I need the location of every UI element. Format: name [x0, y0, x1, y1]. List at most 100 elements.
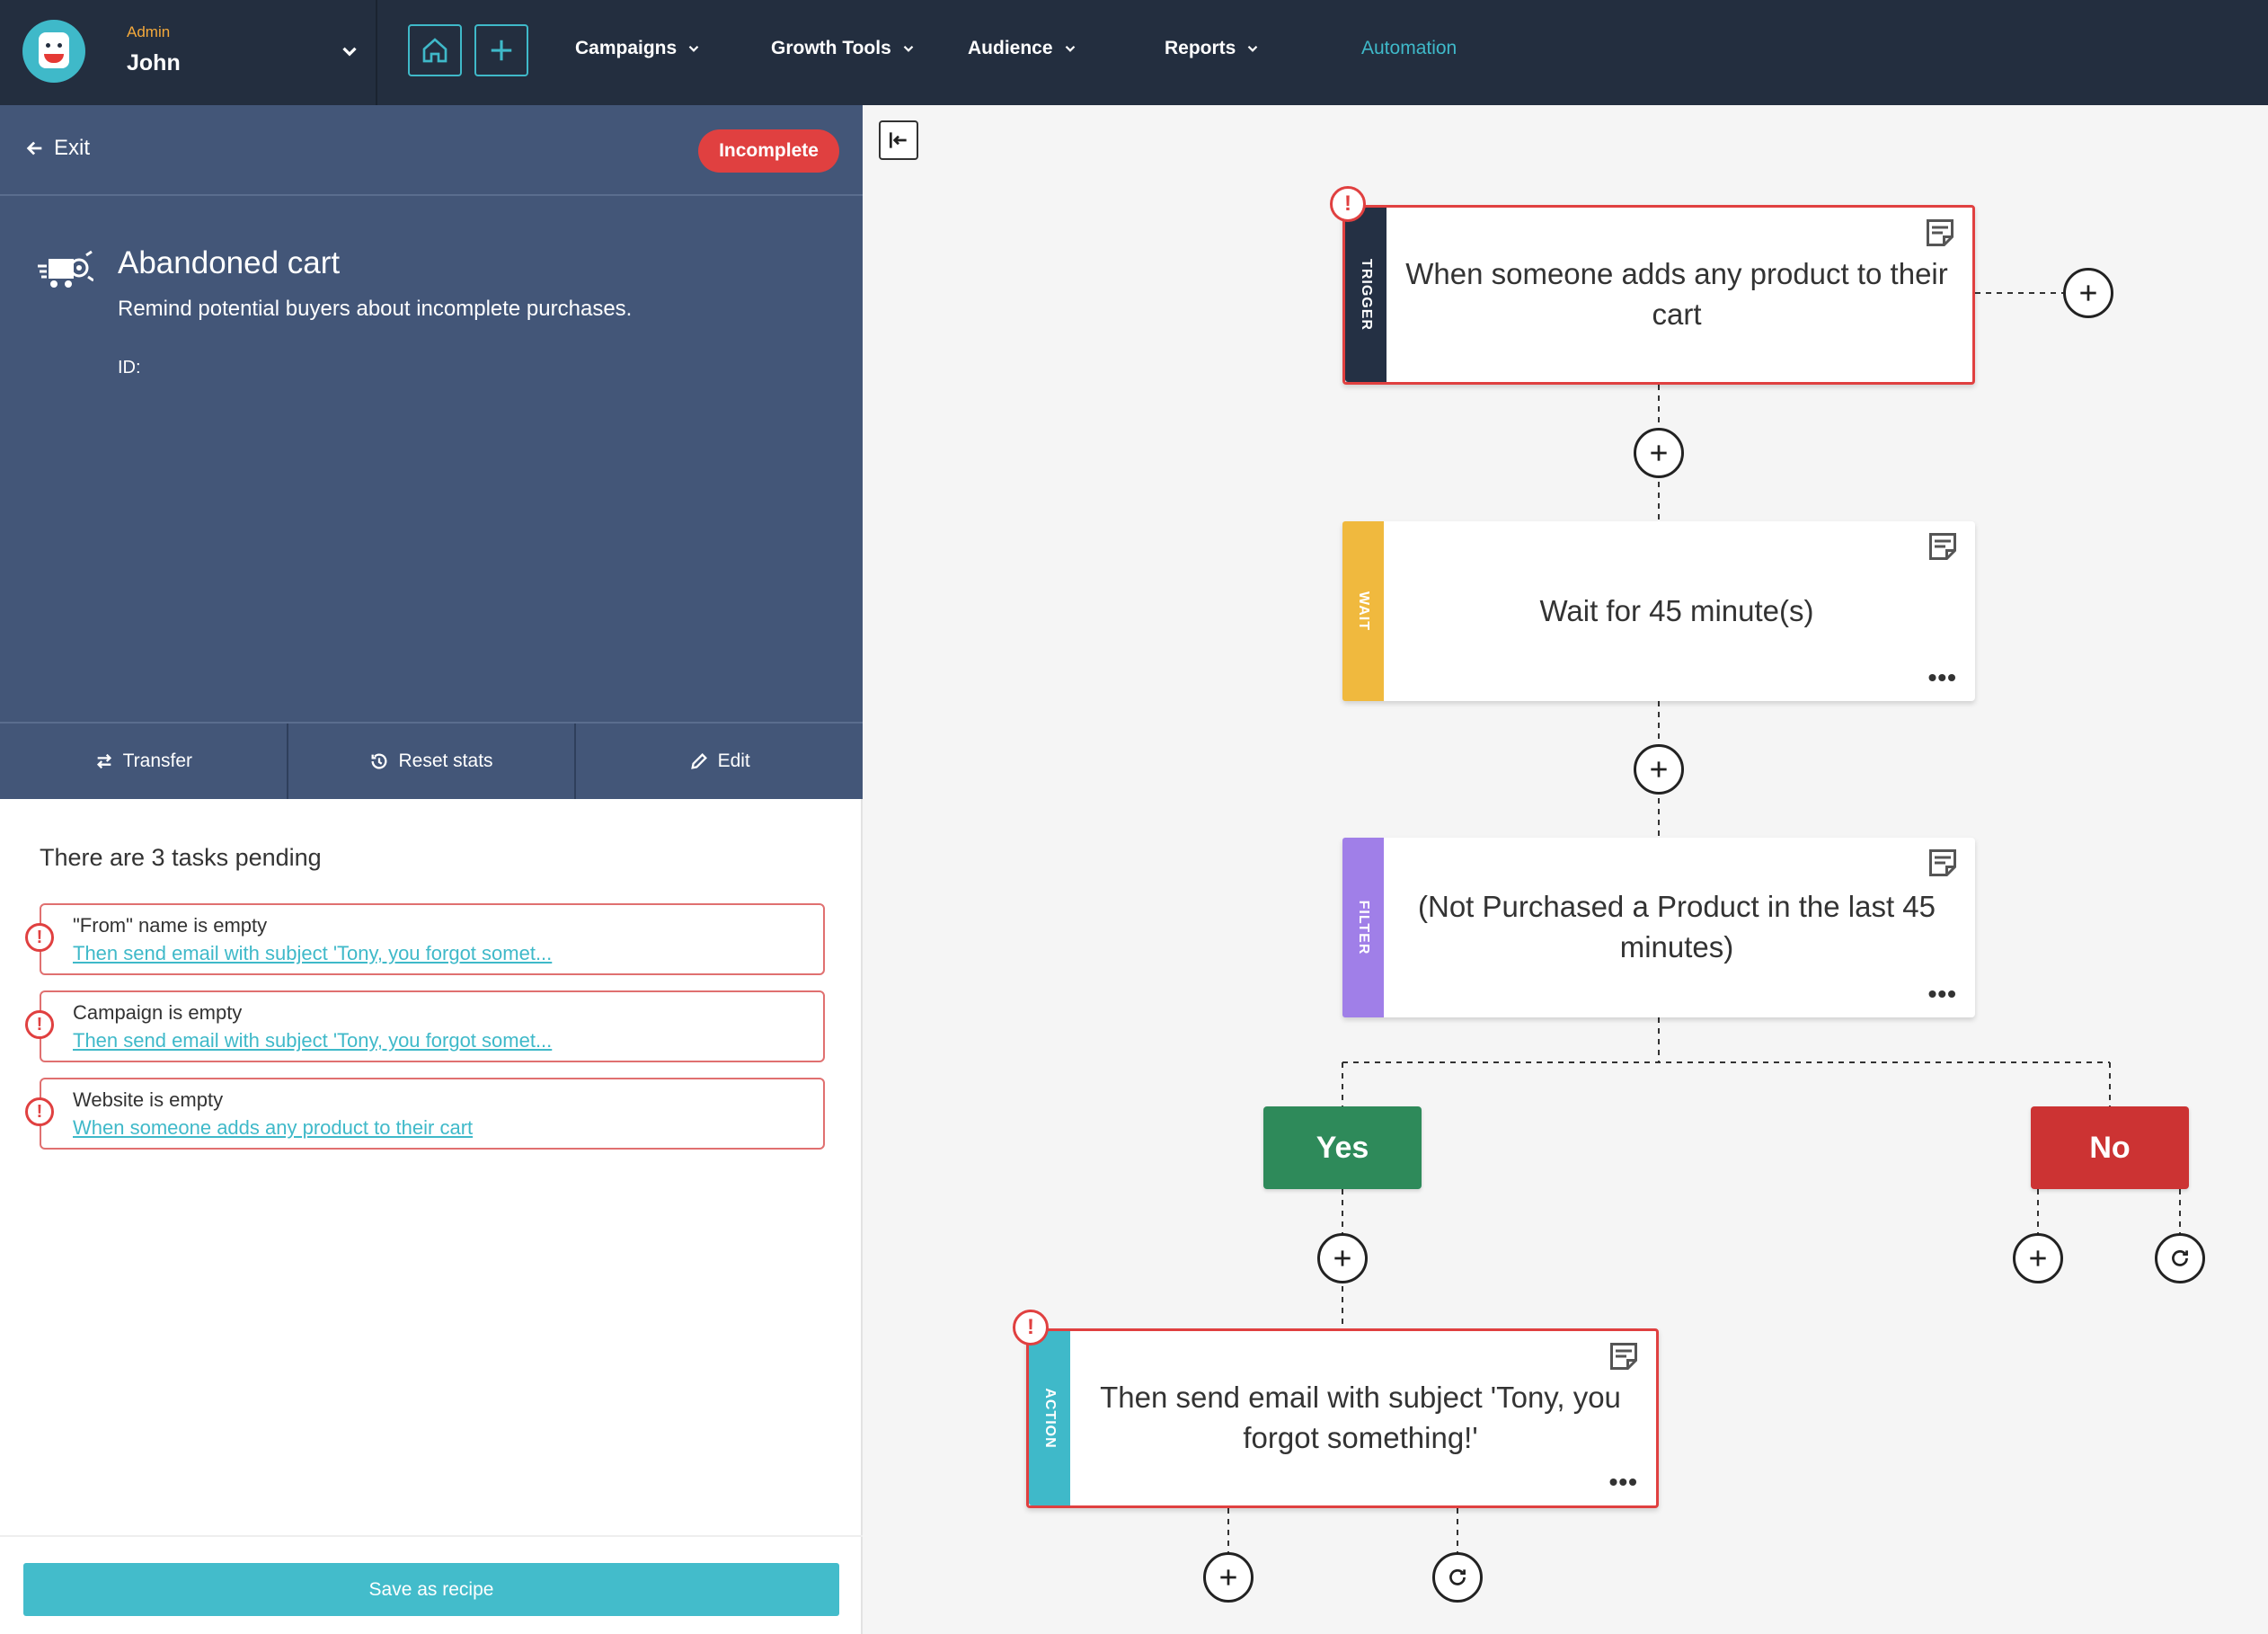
create-button[interactable] — [474, 24, 528, 76]
node-type-label: ACTION — [1042, 1388, 1058, 1449]
automation-description: Remind potential buyers about incomplete… — [118, 297, 633, 321]
edit-label: Edit — [717, 750, 750, 771]
nav-reports[interactable]: Reports — [1165, 38, 1261, 59]
warning-icon: ! — [25, 923, 54, 952]
reset-stats-button[interactable]: Reset stats — [288, 724, 577, 799]
divider — [376, 0, 377, 105]
home-button[interactable] — [408, 24, 462, 76]
task-title: "From" name is empty — [73, 914, 268, 937]
arrow-left-icon — [26, 141, 42, 155]
more-options-button[interactable]: ••• — [1928, 981, 1957, 1007]
node-type-label: TRIGGER — [1359, 259, 1374, 331]
transfer-label: Transfer — [122, 750, 193, 771]
warning-icon: ! — [25, 1010, 54, 1039]
error-icon: ! — [1330, 186, 1366, 222]
add-step-button[interactable] — [1203, 1552, 1254, 1603]
transfer-button[interactable]: Transfer — [0, 724, 288, 799]
abandoned-cart-icon — [38, 250, 93, 288]
add-step-button[interactable] — [1317, 1233, 1368, 1283]
node-text: Wait for 45 minute(s) — [1539, 593, 1814, 627]
loop-step-button[interactable] — [1432, 1552, 1483, 1603]
nav-audience[interactable]: Audience — [968, 38, 1078, 59]
plus-icon — [2030, 1250, 2046, 1266]
exit-button[interactable]: Exit — [25, 136, 90, 161]
edit-button[interactable]: Edit — [576, 724, 863, 799]
nav-label: Campaigns — [575, 38, 678, 58]
nav-label: Audience — [968, 38, 1053, 58]
note-icon[interactable] — [1608, 1340, 1640, 1372]
nav-label: Automation — [1361, 38, 1457, 58]
tasks-heading: There are 3 tasks pending — [40, 844, 322, 871]
plus-icon — [1220, 1569, 1236, 1585]
home-icon — [422, 38, 447, 63]
filter-node[interactable]: FILTER (Not Purchased a Product in the l… — [1342, 838, 1975, 1017]
automation-id: ID: — [118, 358, 141, 377]
chevron-down-icon — [1065, 45, 1075, 52]
top-navigation-bar: Admin John Campaigns Growth Tools Audien… — [0, 0, 2268, 105]
wait-node[interactable]: WAIT Wait for 45 minute(s) ••• — [1342, 521, 1975, 701]
plus-icon — [1651, 445, 1667, 461]
more-options-button[interactable]: ••• — [1928, 665, 1957, 690]
sidebar-actions: Transfer Reset stats Edit — [0, 722, 863, 799]
note-icon[interactable] — [1924, 217, 1956, 249]
chevron-down-icon[interactable] — [338, 40, 361, 63]
automation-title: Abandoned cart — [118, 245, 341, 280]
action-node[interactable]: ACTION Then send email with subject 'Ton… — [1026, 1328, 1659, 1508]
plus-icon — [491, 40, 512, 61]
chevron-down-icon — [1248, 45, 1258, 52]
plus-icon — [1651, 761, 1667, 777]
error-icon: ! — [1013, 1310, 1049, 1345]
divider — [0, 1535, 863, 1537]
nav-growth-tools[interactable]: Growth Tools — [771, 38, 917, 59]
node-type-strip: FILTER — [1342, 838, 1384, 1017]
node-text: Then send email with subject 'Tony, you … — [1100, 1381, 1621, 1454]
add-step-button[interactable] — [2063, 268, 2113, 318]
node-type-strip: ACTION — [1029, 1331, 1070, 1505]
reset-stats-label: Reset stats — [398, 750, 493, 771]
branch-yes[interactable]: Yes — [1263, 1106, 1422, 1189]
node-text: (Not Purchased a Product in the last 45 … — [1418, 890, 1936, 964]
pencil-icon — [690, 753, 707, 769]
plus-icon — [1334, 1250, 1351, 1266]
collapse-sidebar-button[interactable] — [879, 120, 918, 160]
node-type-strip: TRIGGER — [1345, 208, 1386, 382]
task-link[interactable]: Then send email with subject 'Tony, you … — [73, 1029, 552, 1052]
refresh-icon — [2172, 1249, 2188, 1266]
task-link[interactable]: Then send email with subject 'Tony, you … — [73, 942, 552, 965]
note-icon[interactable] — [1927, 530, 1959, 563]
task-link[interactable]: When someone adds any product to their c… — [73, 1116, 473, 1140]
nav-label: Reports — [1165, 38, 1236, 58]
automation-sidebar: Exit Incomplete Abandoned cart Remind po… — [0, 105, 863, 1634]
task-item: ! Website is empty When someone adds any… — [25, 1078, 825, 1150]
task-title: Website is empty — [73, 1088, 224, 1111]
node-type-label: FILTER — [1356, 900, 1371, 955]
nav-label: Growth Tools — [771, 38, 891, 58]
branch-no[interactable]: No — [2031, 1106, 2189, 1189]
swap-icon — [96, 753, 111, 769]
node-text: When someone adds any product to their c… — [1405, 257, 1948, 331]
user-name: John — [127, 50, 181, 75]
chevron-down-icon — [903, 45, 914, 52]
add-step-button[interactable] — [1634, 744, 1684, 795]
warning-icon: ! — [25, 1097, 54, 1126]
task-item: ! "From" name is empty Then send email w… — [25, 903, 825, 975]
task-item: ! Campaign is empty Then send email with… — [25, 990, 825, 1062]
task-title: Campaign is empty — [73, 1001, 243, 1024]
add-step-button[interactable] — [1634, 428, 1684, 478]
add-step-button[interactable] — [2013, 1233, 2063, 1283]
plus-icon — [2080, 285, 2096, 301]
user-role: Admin — [127, 23, 171, 40]
save-as-recipe-button[interactable]: Save as recipe — [23, 1563, 839, 1616]
note-icon[interactable] — [1927, 847, 1959, 879]
refresh-icon — [1449, 1568, 1466, 1585]
automation-info: Abandoned cart Remind potential buyers a… — [0, 196, 863, 722]
nav-automation[interactable]: Automation — [1361, 38, 1457, 59]
status-badge: Incomplete — [698, 129, 839, 173]
loop-step-button[interactable] — [2155, 1233, 2205, 1283]
trigger-node[interactable]: TRIGGER When someone adds any product to… — [1342, 205, 1975, 385]
node-type-strip: WAIT — [1342, 521, 1384, 701]
more-options-button[interactable]: ••• — [1609, 1470, 1638, 1495]
nav-campaigns[interactable]: Campaigns — [575, 38, 702, 59]
app-logo[interactable] — [22, 20, 85, 83]
history-icon — [372, 753, 387, 769]
